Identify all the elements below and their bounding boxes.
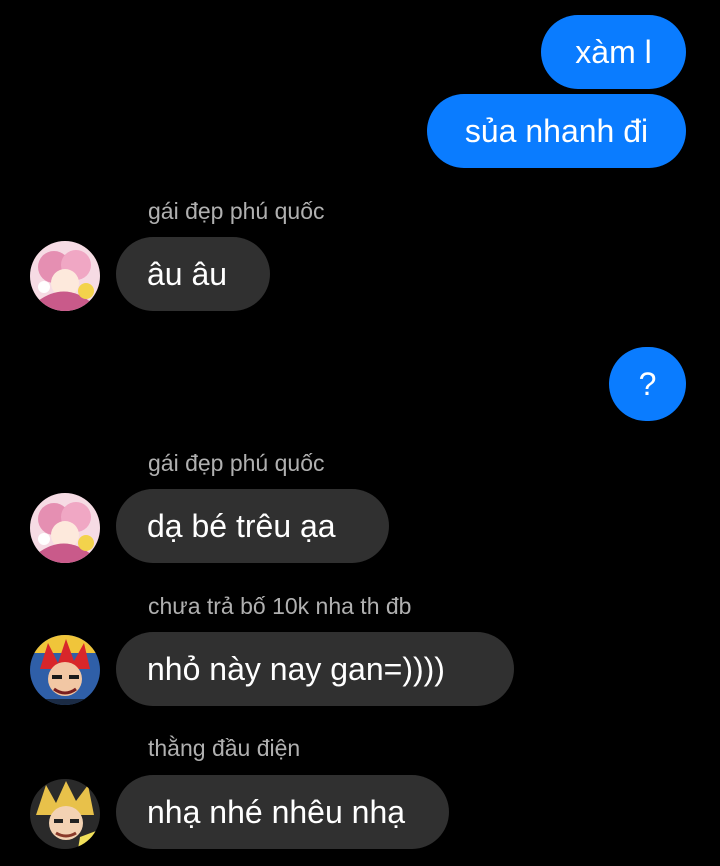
incoming-message-bubble[interactable]: dạ bé trêu ạa bbox=[116, 489, 389, 563]
sender-avatar[interactable] bbox=[30, 493, 100, 563]
outgoing-message-bubble[interactable]: sủa nhanh đi bbox=[427, 94, 686, 168]
message-text: dạ bé trêu ạa bbox=[147, 507, 336, 544]
sender-name: gái đẹp phú quốc bbox=[148, 450, 325, 476]
incoming-message-bubble[interactable]: nhạ nhé nhêu nhạ bbox=[116, 775, 449, 849]
sender-name: thằng đầu điện bbox=[148, 735, 301, 761]
message-text: sủa nhanh đi bbox=[464, 112, 649, 149]
sender-avatar[interactable] bbox=[30, 635, 100, 705]
sender-name: gái đẹp phú quốc bbox=[148, 198, 325, 224]
message-text: nhỏ này nay gan=)))) bbox=[147, 650, 445, 687]
sender-name: chưa trả bố 10k nha th đb bbox=[148, 593, 412, 619]
message-text: ? bbox=[638, 365, 657, 402]
incoming-message-bubble[interactable]: nhỏ này nay gan=)))) bbox=[116, 632, 514, 706]
message-text: nhạ nhé nhêu nhạ bbox=[147, 793, 406, 830]
outgoing-message-bubble[interactable]: ? bbox=[609, 347, 686, 421]
sender-avatar[interactable] bbox=[30, 779, 100, 849]
chat-screen: { "messages": { "m1": { "text": "xàm l" … bbox=[0, 0, 720, 866]
sender-avatar[interactable] bbox=[30, 241, 100, 311]
message-text: âu âu bbox=[147, 255, 228, 292]
red-hair-anime-avatar-icon bbox=[30, 635, 100, 705]
pink-hair-anime-avatar-icon bbox=[30, 493, 100, 563]
pink-hair-anime-avatar-icon bbox=[30, 241, 100, 311]
blonde-hair-anime-avatar-icon bbox=[30, 779, 100, 849]
message-text: xàm l bbox=[575, 33, 652, 70]
outgoing-message-bubble[interactable]: xàm l bbox=[541, 15, 686, 89]
incoming-message-bubble[interactable]: âu âu bbox=[116, 237, 270, 311]
